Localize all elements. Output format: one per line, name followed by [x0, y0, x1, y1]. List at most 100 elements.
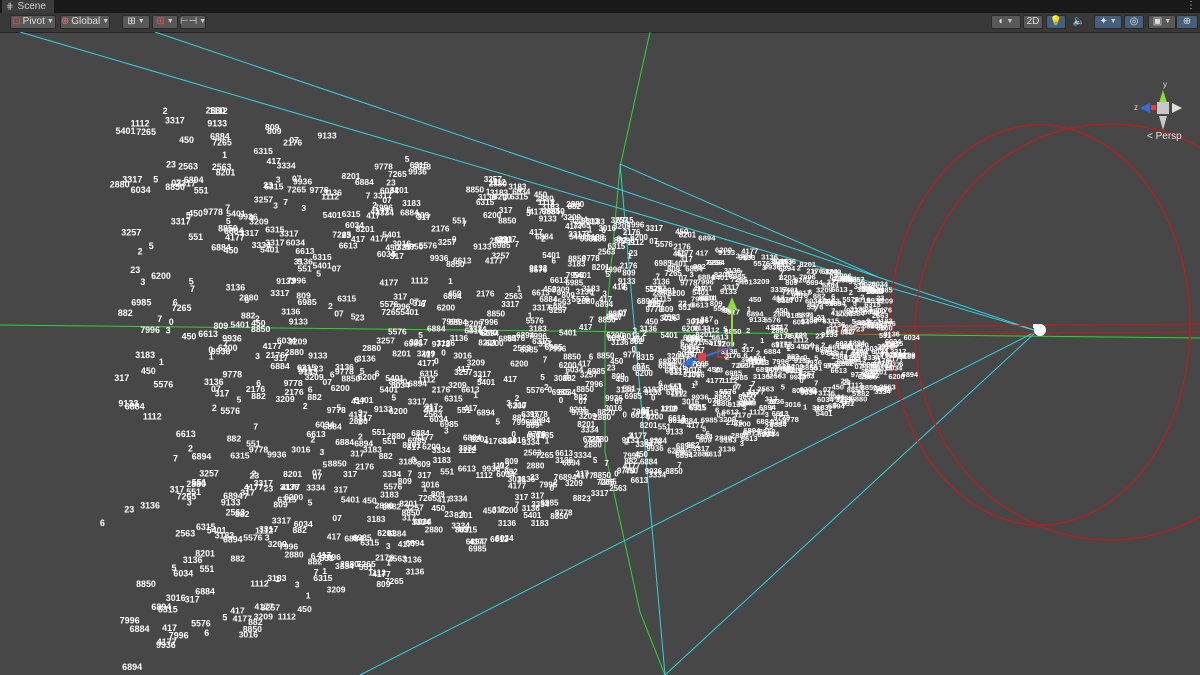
point-label: 23 — [880, 347, 888, 356]
point-label: 7 — [253, 421, 258, 431]
point-label: 1 — [159, 357, 164, 367]
point-label: 2880 — [591, 435, 609, 444]
global-dropdown[interactable]: ⊕ Global ▼ — [60, 15, 110, 29]
point-label: 3 — [386, 541, 391, 551]
point-label: 1112 — [690, 361, 706, 370]
lighting-toggle[interactable]: 💡 — [1046, 15, 1066, 29]
neg-y-cone-icon[interactable] — [1159, 116, 1167, 130]
point-label: 5401 — [382, 230, 401, 240]
point-label: 4177 — [706, 376, 723, 385]
point-label: 1 — [322, 566, 327, 576]
point-label: 3334 — [574, 451, 592, 460]
point-label: 6884 — [498, 437, 517, 446]
z-axis-cone-icon[interactable] — [1140, 103, 1150, 113]
point-label: 0 — [747, 411, 751, 420]
grid-snapping-button[interactable]: ⊞ ▼ — [122, 15, 150, 29]
point-label: 7 — [735, 382, 739, 391]
point-label: 5576 — [380, 299, 399, 309]
audio-toggle[interactable]: 🔈 — [1069, 15, 1089, 29]
scene-viewport[interactable]: 6 3 8850 9778 6884 7 3 6034 3136 5576 2880 882 3016 3… — [0, 32, 1200, 675]
pivot-dropdown[interactable]: ⊡ Pivot ▼ — [10, 15, 56, 29]
point-label: 5 — [781, 383, 786, 392]
effects-dropdown[interactable]: ✦ ▼ — [1094, 15, 1122, 29]
point-label: 2880 — [285, 347, 304, 357]
point-label: 2563 — [513, 344, 532, 353]
point-label: 6613 — [555, 449, 573, 458]
light-icon[interactable] — [1033, 324, 1046, 336]
gizmos-dropdown[interactable]: ⊕ — [1176, 15, 1198, 29]
point-label: 1 — [473, 391, 478, 400]
gizmo-center-cube[interactable] — [1157, 102, 1169, 114]
ruler-button[interactable]: ⊢⊣ ▼ — [180, 15, 206, 29]
point-label: 3317 — [165, 115, 185, 125]
mode-2d-toggle[interactable]: 2D — [1023, 15, 1043, 29]
increment-snap-button[interactable]: ⊞ ▼ — [152, 15, 178, 29]
point-label: 6034 — [495, 534, 514, 543]
point-label: 6 — [831, 292, 835, 301]
point-label: 6613 — [550, 276, 569, 285]
point-label: 6315 — [689, 404, 707, 413]
point-label: 2880 — [731, 431, 748, 440]
point-label: 6884 — [821, 267, 839, 276]
point-label: 882 — [568, 202, 582, 211]
draw-mode-dropdown[interactable]: ◐ ▼ — [991, 15, 1021, 29]
point-label: 9133 — [207, 119, 227, 129]
point-label: 6315 — [444, 394, 463, 404]
point-label: 882 — [307, 392, 322, 402]
point-label: 3257 — [261, 603, 280, 613]
point-label: 7996 — [442, 316, 461, 326]
point-label: 7 — [589, 316, 594, 325]
point-label: 7265 — [136, 127, 156, 137]
point-label: 809 — [214, 321, 229, 331]
point-label: 6315 — [786, 366, 803, 375]
point-label: 8201 — [640, 421, 658, 430]
point-label: 23 — [130, 265, 140, 275]
point-label: 7 — [807, 311, 811, 320]
point-label: 4177 — [726, 268, 743, 277]
point-label: 6 — [552, 257, 557, 266]
grid-snap-icon: ⊞ — [127, 16, 136, 27]
point-label: 5 — [392, 393, 397, 403]
point-label: 7996 — [512, 418, 531, 427]
point-label: 7 — [813, 304, 817, 313]
point-label: 6613 — [631, 476, 649, 485]
point-label: 2880 — [186, 479, 206, 489]
point-label: 6985 — [701, 416, 719, 425]
kebab-menu-icon[interactable]: ⋮ — [1186, 0, 1196, 12]
point-label: 3317 — [473, 370, 492, 379]
point-label: 6034 — [286, 237, 305, 247]
point-label: 6 — [100, 518, 105, 528]
camera-dropdown[interactable]: ▣ ▼ — [1148, 15, 1176, 29]
point-label: 07 — [619, 308, 628, 317]
projection-label[interactable]: < Persp — [1147, 131, 1182, 142]
tab-scene[interactable]: ⋕ Scene — [2, 0, 54, 13]
point-label: 5401 — [559, 329, 577, 338]
point-label: 5 — [172, 563, 177, 573]
point-label: 9936 — [267, 450, 286, 460]
scene-toolbar: ⊡ Pivot ▼ ⊕ Global ▼ ⊞ ▼ ⊞ ▼ ⊢⊣ ▼ ◐ ▼ 2D… — [0, 13, 1200, 33]
point-label: 450 — [775, 306, 788, 315]
globe-icon: ⊕ — [60, 16, 70, 27]
x-axis-line — [0, 324, 1200, 339]
point-label: 450 — [832, 383, 844, 392]
tab-bar: ⋕ Scene ⋮ — [0, 0, 1200, 13]
x-axis-cone-icon[interactable] — [1172, 103, 1182, 113]
point-label: 1 — [209, 352, 214, 362]
point-label: 9778 — [203, 207, 223, 217]
point-label: 23 — [355, 313, 365, 323]
chevron-down-icon: ▼ — [137, 18, 145, 25]
point-label: 8850 — [466, 185, 485, 194]
scene-visibility-toggle[interactable]: ◎ — [1124, 15, 1144, 29]
point-label: 6884 — [195, 587, 215, 597]
point-label: 5 — [814, 353, 818, 362]
neg-x-cone-icon[interactable] — [1151, 105, 1156, 110]
point-label: 6613 — [712, 333, 729, 342]
point-label: 9133 — [622, 436, 640, 445]
point-label: 9133 — [289, 317, 308, 327]
chevron-down-icon: ▼ — [1006, 18, 1014, 25]
point-label: 3 — [762, 263, 766, 272]
point-label: 317 — [170, 485, 185, 495]
point-label: 3136 — [718, 445, 735, 454]
scene-canvas[interactable]: 6388509778688473603431365576288088230163… — [0, 32, 1200, 675]
point-label: 3317 — [777, 296, 794, 305]
